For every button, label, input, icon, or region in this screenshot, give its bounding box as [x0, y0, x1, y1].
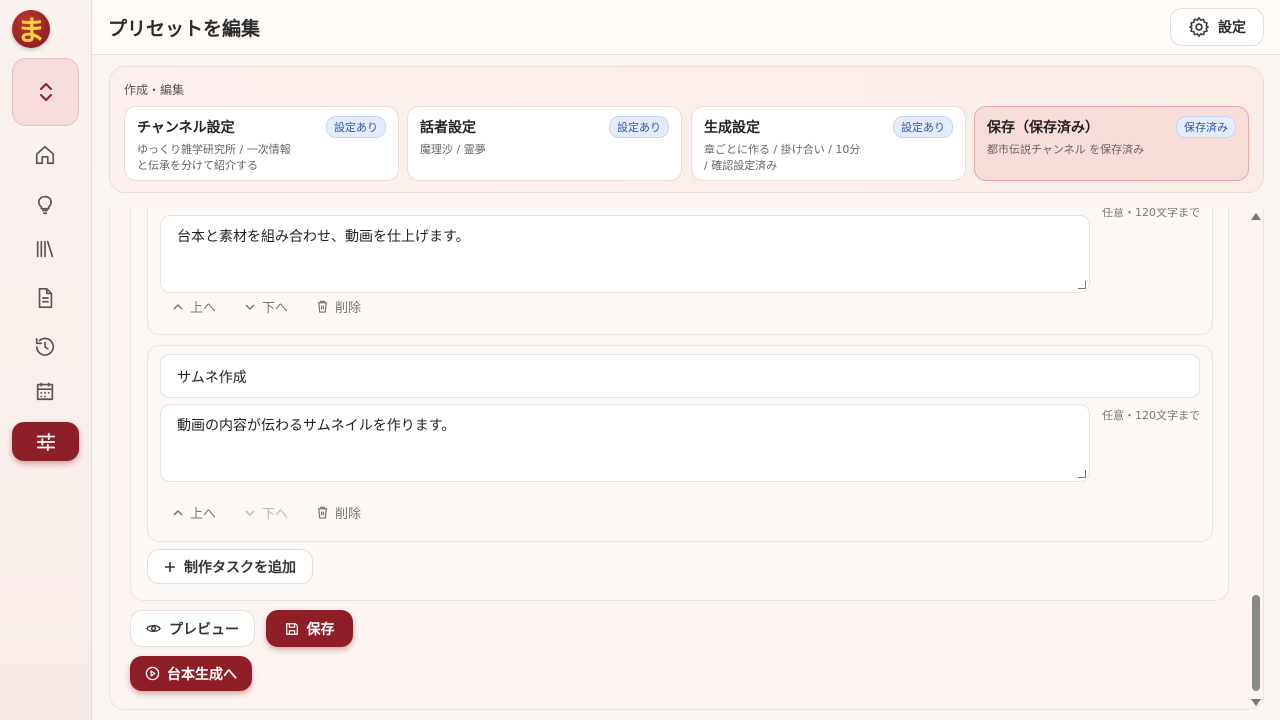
nav-documents[interactable]	[33, 286, 57, 310]
move-up-button[interactable]: 上へ	[172, 503, 216, 522]
logo-char: ま	[16, 14, 45, 47]
scroll-thumb[interactable]	[1252, 595, 1260, 691]
delete-label: 削除	[335, 507, 362, 522]
delete-label: 削除	[335, 301, 362, 316]
nav-history[interactable]	[33, 335, 57, 359]
nav-home[interactable]	[33, 143, 57, 167]
play-circle-icon	[145, 666, 160, 681]
move-down-button[interactable]: 下へ	[244, 503, 288, 522]
step-description: ゆっくり雑学研究所 / 一次情報 と伝承を分けて紹介する	[137, 142, 386, 174]
chevron-up-icon	[173, 303, 183, 310]
collapse-toggle-button[interactable]	[12, 58, 79, 126]
sidebar: ま	[0, 0, 92, 720]
step-description: 魔理沙 / 霊夢	[420, 142, 669, 158]
settings-label: 設定	[1218, 20, 1246, 36]
step-desc-line: と伝承を分けて紹介する	[137, 159, 258, 172]
app-logo[interactable]: ま	[12, 10, 50, 48]
chevron-down-icon	[245, 303, 255, 310]
home-icon	[35, 145, 55, 165]
move-down-button[interactable]: 下へ	[244, 297, 288, 316]
step-card-channel[interactable]: チャンネル設定 設定あり ゆっくり雑学研究所 / 一次情報 と伝承を分けて紹介す…	[124, 106, 399, 181]
task-description-input[interactable]: 台本と素材を組み合わせ、動画を仕上げます。	[160, 215, 1090, 293]
task-name-input[interactable]: サムネ作成	[160, 354, 1200, 398]
save-button[interactable]: 保存	[266, 610, 353, 647]
move-up-label: 上へ	[190, 301, 217, 316]
chevron-up-down-icon	[39, 83, 52, 101]
add-task-button[interactable]: 制作タスクを追加	[147, 549, 313, 584]
trash-icon	[317, 300, 328, 313]
status-badge: 設定あり	[609, 116, 669, 138]
step-card-generation[interactable]: 生成設定 設定あり 章ごとに作る / 掛け合い / 10分 / 確認設定済み	[691, 106, 966, 181]
chevron-down-icon	[245, 509, 255, 516]
task-hint: 任意・120文字まで	[1102, 409, 1200, 422]
save-label: 保存	[306, 621, 335, 638]
step-desc-line: 魔理沙 / 霊夢	[420, 143, 486, 156]
header: プリセットを編集 設定	[92, 0, 1280, 55]
library-icon	[36, 240, 54, 258]
task-name-text: サムネ作成	[177, 370, 247, 386]
status-badge: 保存済み	[1176, 116, 1236, 138]
steps-panel: 作成・編集 チャンネル設定 設定あり ゆっくり雑学研究所 / 一次情報 と伝承を…	[109, 66, 1264, 193]
floppy-disk-icon	[285, 622, 298, 635]
preview-button[interactable]: プレビュー	[130, 610, 255, 647]
page-title: プリセットを編集	[108, 18, 261, 40]
chevron-up-icon	[173, 509, 183, 516]
task-description-text: 動画の内容が伝わるサムネイルを作ります。	[177, 418, 456, 434]
nav-ideas[interactable]	[33, 193, 57, 217]
gear-icon	[1189, 17, 1209, 37]
scroll-down-icon[interactable]	[1251, 699, 1261, 706]
delete-button[interactable]: 削除	[316, 503, 361, 522]
task-item: サムネ作成 動画の内容が伝わるサムネイルを作ります。 任意・120文字まで 上へ…	[147, 345, 1213, 542]
calendar-icon	[36, 382, 54, 401]
status-badge: 設定あり	[326, 116, 386, 138]
move-down-label: 下へ	[262, 301, 289, 316]
nav-presets[interactable]	[12, 422, 79, 461]
task-hint: 任意・120文字まで	[1102, 208, 1200, 219]
trash-icon	[317, 506, 328, 519]
task-description-input[interactable]: 動画の内容が伝わるサムネイルを作ります。	[160, 404, 1090, 482]
task-item: 台本と素材を組み合わせ、動画を仕上げます。 任意・120文字まで 上へ 下へ 削…	[147, 208, 1213, 335]
nav-library[interactable]	[33, 237, 57, 261]
delete-button[interactable]: 削除	[316, 297, 361, 316]
history-icon	[35, 337, 55, 356]
step-description: 都市伝説チャンネル を保存済み	[987, 142, 1236, 158]
step-desc-line: 章ごとに作る / 掛け合い / 10分	[704, 143, 861, 156]
move-up-label: 上へ	[190, 507, 217, 522]
step-description: 章ごとに作る / 掛け合い / 10分 / 確認設定済み	[704, 142, 953, 174]
move-up-button[interactable]: 上へ	[172, 297, 216, 316]
steps-label: 作成・編集	[124, 83, 185, 97]
step-desc-line: 都市伝説チャンネル を保存済み	[987, 143, 1145, 156]
task-actions: 上へ 下へ 削除	[172, 503, 361, 522]
lightbulb-icon	[37, 195, 53, 215]
task-actions: 上へ 下へ 削除	[172, 297, 361, 316]
status-badge: 設定あり	[893, 116, 953, 138]
resize-grip-icon[interactable]	[1078, 470, 1086, 478]
scrollbar[interactable]	[1248, 208, 1264, 710]
document-icon	[38, 288, 53, 308]
to-script-label: 台本生成へ	[167, 666, 237, 683]
eye-icon	[146, 625, 161, 632]
step-card-speakers[interactable]: 話者設定 設定あり 魔理沙 / 霊夢	[407, 106, 682, 181]
resize-grip-icon[interactable]	[1078, 281, 1086, 289]
to-script-button[interactable]: 台本生成へ	[130, 656, 252, 691]
step-desc-line: / 確認設定済み	[704, 159, 778, 172]
move-down-label: 下へ	[262, 507, 289, 522]
preview-label: プレビュー	[169, 621, 239, 638]
sliders-icon	[36, 432, 55, 451]
step-card-save[interactable]: 保存（保存済み） 保存済み 都市伝説チャンネル を保存済み	[974, 106, 1249, 181]
main-panel: 台本と素材を組み合わせ、動画を仕上げます。 任意・120文字まで 上へ 下へ 削…	[109, 208, 1264, 710]
add-task-label: 制作タスクを追加	[184, 559, 296, 576]
settings-button[interactable]: 設定	[1170, 8, 1264, 46]
step-desc-line: ゆっくり雑学研究所 / 一次情報	[137, 143, 291, 156]
tasks-card: 台本と素材を組み合わせ、動画を仕上げます。 任意・120文字まで 上へ 下へ 削…	[130, 208, 1229, 601]
task-description-text: 台本と素材を組み合わせ、動画を仕上げます。	[177, 229, 470, 245]
nav-calendar[interactable]	[33, 379, 57, 403]
plus-icon	[165, 561, 175, 572]
scroll-up-icon[interactable]	[1251, 213, 1261, 220]
